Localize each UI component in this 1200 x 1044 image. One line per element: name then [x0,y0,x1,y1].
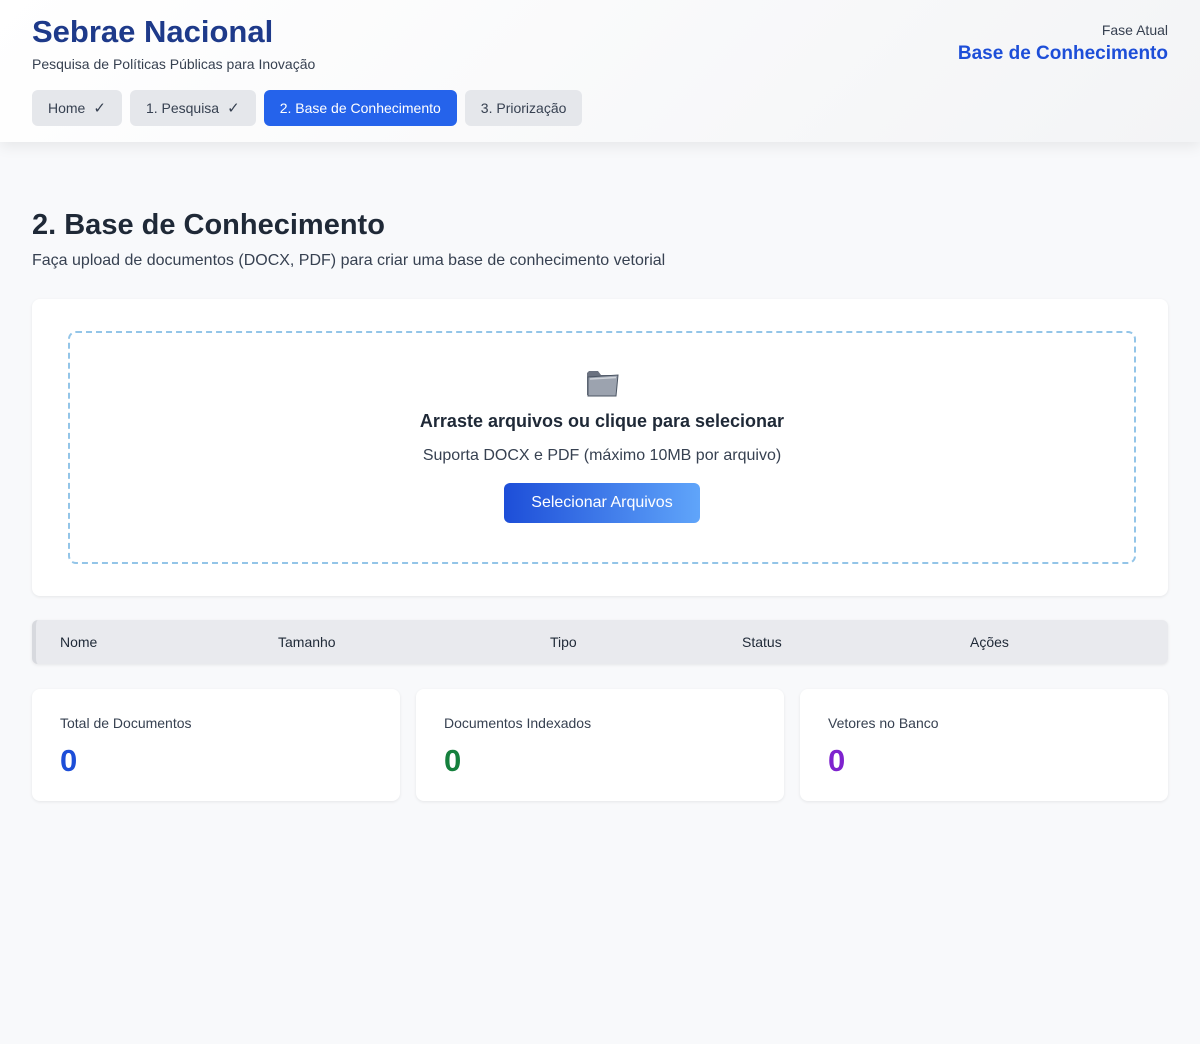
folder-icon [587,371,619,397]
tab-label: Home [48,100,86,116]
column-header-acoes: Ações [970,634,1009,650]
page-description: Faça upload de documentos (DOCX, PDF) pa… [32,252,666,269]
tab-label: 2. Base de Conhecimento [279,100,441,116]
documents-table-header: Nome Tamanho Tipo Status Ações [32,620,1168,664]
column-header-status: Status [742,634,782,650]
column-header-tamanho: Tamanho [278,634,336,650]
dropzone-hint: Suporta DOCX e PDF (máximo 10MB por arqu… [422,447,782,464]
tab-label: 1. Pesquisa [145,100,220,116]
upload-card: Arraste arquivos ou clique para selecion… [32,299,1168,596]
select-files-button[interactable]: Selecionar Arquivos [504,483,700,523]
phase-tabs: Home ✓ 1. Pesquisa ✓ 2. Base de Conhecim… [32,90,583,126]
stat-card-vectors: Vetores no Banco 0 [800,689,1168,801]
tab-base-de-conhecimento[interactable]: 2. Base de Conhecimento [263,90,457,126]
dropzone-title: Arraste arquivos ou clique para selecion… [419,411,785,431]
check-icon: ✓ [227,100,240,117]
stat-label: Vetores no Banco [828,715,939,731]
app-header: Sebrae Nacional Pesquisa de Políticas Pú… [0,0,1200,142]
stat-card-indexed-documents: Documentos Indexados 0 [416,689,784,801]
tab-label: 3. Priorização [480,100,567,116]
column-header-tipo: Tipo [550,634,577,650]
app-subtitle: Pesquisa de Políticas Públicas para Inov… [32,56,316,72]
tab-pesquisa[interactable]: 1. Pesquisa ✓ [129,90,256,126]
stat-label: Documentos Indexados [444,715,592,731]
stat-card-total-documents: Total de Documentos 0 [32,689,400,801]
tab-home[interactable]: Home ✓ [32,90,122,126]
stat-value: 0 [444,743,462,778]
stat-value: 0 [60,743,78,778]
app-title: Sebrae Nacional [32,14,274,49]
current-phase-label: Fase Atual [1101,22,1168,38]
tab-priorizacao[interactable]: 3. Priorização [464,90,583,126]
column-header-nome: Nome [60,634,98,650]
stat-value: 0 [828,743,846,778]
check-icon: ✓ [93,100,106,117]
stat-label: Total de Documentos [60,715,192,731]
current-phase-value: Base de Conhecimento [957,43,1168,64]
page-title: 2. Base de Conhecimento [32,209,385,241]
file-dropzone[interactable]: Arraste arquivos ou clique para selecion… [68,331,1136,564]
